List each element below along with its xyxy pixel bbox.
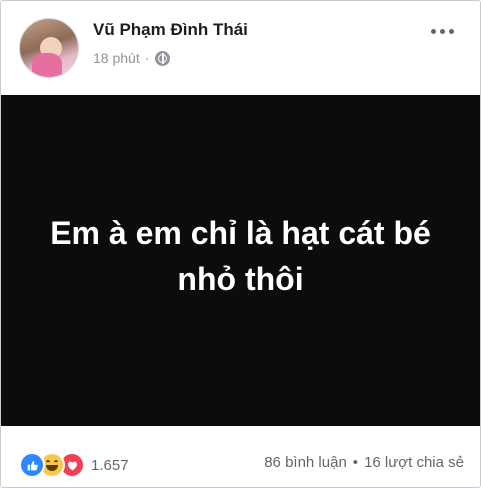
more-dot — [440, 29, 445, 34]
like-icon — [19, 452, 45, 478]
avatar-figure-body — [32, 53, 62, 77]
meta-separator: · — [144, 50, 150, 66]
post-time[interactable]: 18 phút — [93, 50, 140, 66]
reactions-summary[interactable]: 1.657 — [19, 452, 129, 478]
shares-link[interactable]: 16 lượt chia sẻ — [364, 454, 464, 471]
facebook-post: Vũ Phạm Đình Thái 18 phút · Em à em chỉ … — [0, 0, 481, 488]
reaction-count: 1.657 — [91, 456, 129, 474]
globe-icon[interactable] — [155, 50, 171, 66]
avatar[interactable] — [19, 18, 79, 78]
post-footer: 1.657 86 bình luận • 16 lượt chia sẻ — [1, 426, 480, 487]
author-name[interactable]: Vũ Phạm Đình Thái — [93, 20, 248, 40]
status-background: Em à em chỉ là hạt cát bé nhỏ thôi — [1, 95, 480, 426]
status-text: Em à em chỉ là hạt cát bé nhỏ thôi — [50, 214, 431, 297]
post-stats: 86 bình luận • 16 lượt chia sẻ — [264, 454, 464, 471]
post-meta: 18 phút · — [93, 50, 171, 66]
more-dot — [431, 29, 436, 34]
stats-separator: • — [352, 454, 359, 471]
comments-link[interactable]: 86 bình luận — [264, 454, 347, 471]
haha-mouth — [46, 465, 58, 471]
more-dot — [449, 29, 454, 34]
more-icon[interactable] — [431, 29, 454, 34]
haha-eyes — [46, 460, 58, 464]
post-header: Vũ Phạm Đình Thái 18 phút · — [1, 1, 480, 95]
